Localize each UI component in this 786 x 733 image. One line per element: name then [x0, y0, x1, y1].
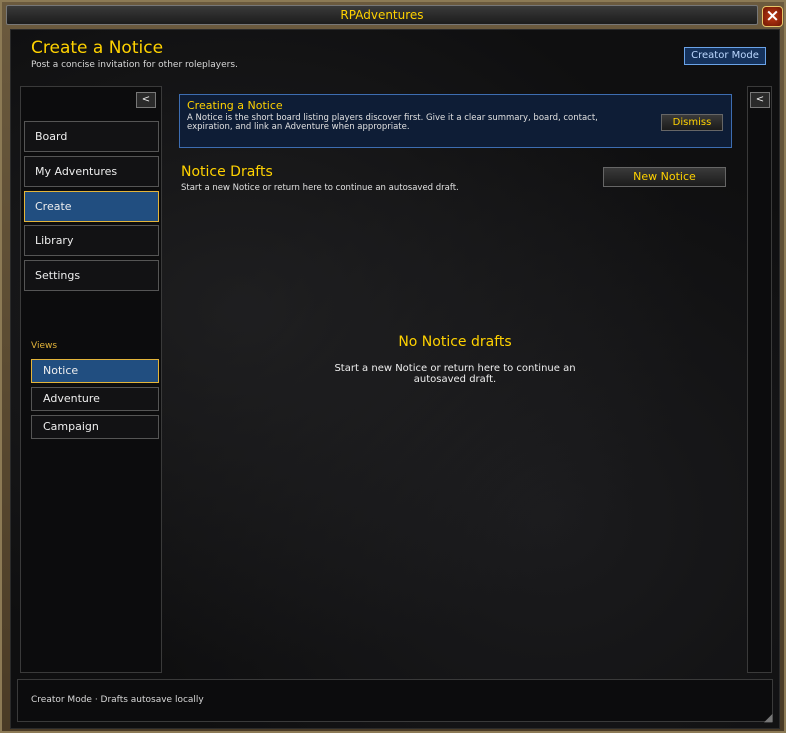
close-icon[interactable]: ×: [762, 6, 783, 27]
page-title: Create a Notice: [31, 38, 164, 58]
window-title[interactable]: RPAdventures: [6, 5, 758, 25]
sidebar-item-create[interactable]: Create: [24, 191, 159, 222]
new-notice-button[interactable]: New Notice: [603, 167, 726, 187]
view-item-campaign[interactable]: Campaign: [31, 415, 159, 439]
main-panel: Creating a Notice A Notice is the short …: [163, 86, 747, 676]
sidebar-item-library[interactable]: Library: [24, 225, 159, 256]
drafts-subtitle: Start a new Notice or return here to con…: [181, 183, 459, 193]
view-item-notice[interactable]: Notice: [31, 359, 159, 383]
right-rail: <: [747, 86, 772, 673]
status-footer: Creator Mode · Drafts autosave locally: [17, 679, 773, 722]
empty-state-text: Start a new Notice or return here to con…: [334, 363, 576, 385]
sidebar-item-settings[interactable]: Settings: [24, 260, 159, 291]
view-item-adventure[interactable]: Adventure: [31, 387, 159, 411]
empty-state-title: No Notice drafts: [398, 334, 512, 350]
views-label: Views: [31, 341, 58, 351]
sidebar-item-my-adventures[interactable]: My Adventures: [24, 156, 159, 187]
sidebar: < Board My Adventures Create Library Set…: [20, 86, 162, 673]
right-rail-collapse-button[interactable]: <: [750, 92, 770, 108]
info-panel-text: A Notice is the short board listing play…: [187, 113, 598, 132]
info-panel: Creating a Notice A Notice is the short …: [179, 94, 732, 148]
drafts-title: Notice Drafts: [181, 164, 273, 180]
status-text: Creator Mode · Drafts autosave locally: [31, 695, 204, 705]
sidebar-collapse-button[interactable]: <: [136, 92, 156, 108]
sidebar-item-board[interactable]: Board: [24, 121, 159, 152]
info-panel-title: Creating a Notice: [187, 99, 283, 112]
resize-grip-icon[interactable]: ◢: [764, 712, 776, 724]
page-subtitle: Post a concise invitation for other role…: [31, 60, 238, 70]
creator-mode-button[interactable]: Creator Mode: [684, 47, 766, 65]
app-window: RPAdventures × Create a Notice Post a co…: [0, 0, 786, 733]
dismiss-button[interactable]: Dismiss: [661, 114, 723, 131]
content-area: Create a Notice Post a concise invitatio…: [10, 29, 780, 729]
